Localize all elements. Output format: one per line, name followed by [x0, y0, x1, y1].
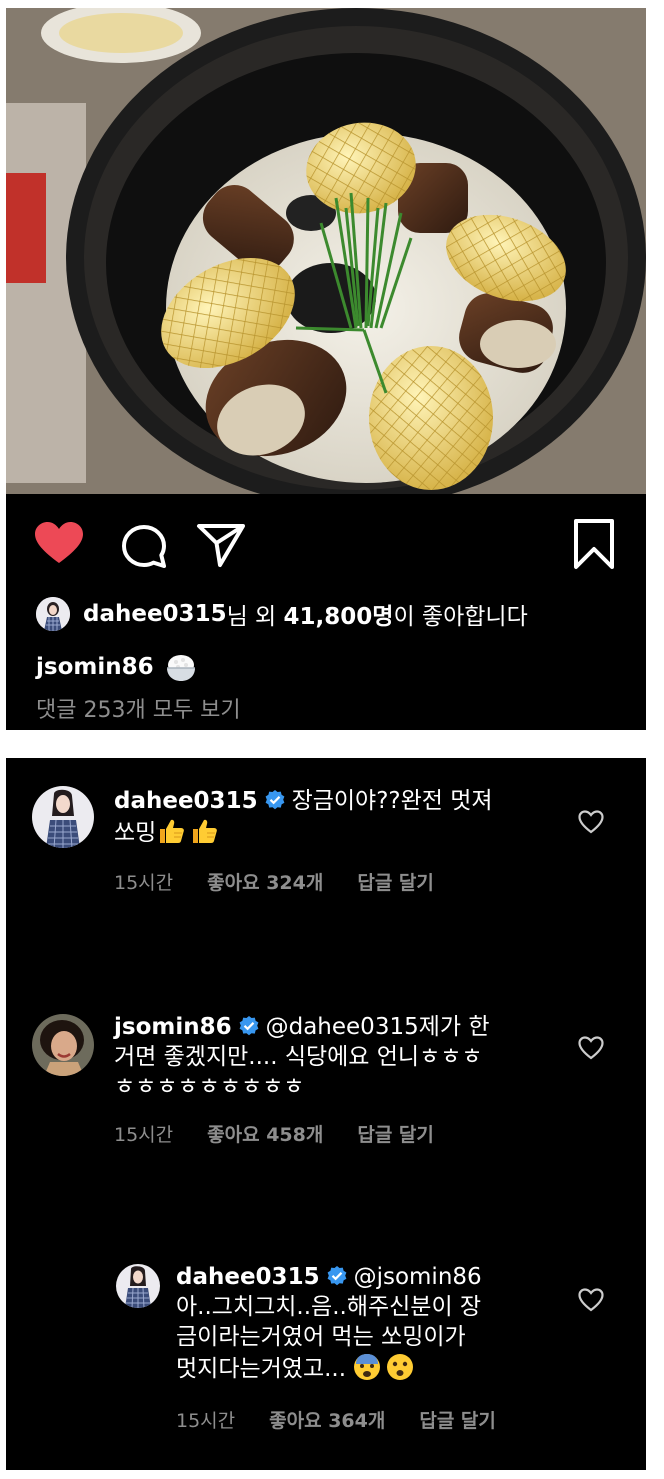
liker-avatar[interactable] [36, 597, 70, 631]
comment-text-line: 쏘밍 [114, 820, 157, 846]
comment-likes[interactable]: 좋아요 324개 [207, 868, 323, 895]
comment-username[interactable]: dahee0315 [114, 788, 258, 814]
likes-count[interactable]: 41,800명 [284, 597, 394, 631]
post-caption: jsomin86 [36, 650, 198, 684]
comment-avatar[interactable] [32, 1014, 94, 1076]
thumbs-up-emoji [160, 819, 185, 843]
comment-time: 15시간 [114, 1124, 174, 1146]
verified-badge-icon [327, 1266, 346, 1286]
fearful-face-emoji [354, 1354, 381, 1380]
comment-time: 15시간 [176, 1410, 236, 1432]
liker-username[interactable]: dahee0315 [83, 601, 227, 627]
reply-button[interactable]: 답글 달기 [419, 1406, 496, 1433]
verified-badge-icon [265, 790, 284, 810]
share-icon[interactable] [196, 522, 246, 568]
comment-reply-item: dahee0315 @jsomin86 아..그치그치..음..해주신분이 장 금… [6, 1248, 646, 1468]
comment-item: dahee0315 장금이야??완전 멋져 쏘밍 15시간 좋아요 324개 답글… [6, 758, 646, 928]
comment-like-heart-icon[interactable] [578, 1036, 604, 1060]
view-all-comments-link[interactable]: 댓글 253개 모두 보기 [36, 692, 241, 724]
comment-avatar[interactable] [32, 786, 94, 848]
likes-suffix-text: 이 좋아합니다 [393, 604, 528, 630]
comment-text-line: 아..그치그치..음..해주신분이 장 [176, 1294, 482, 1320]
reply-button[interactable]: 답글 달기 [357, 868, 434, 895]
thumbs-up-emoji [193, 819, 218, 843]
comment-text-line: @dahee0315제가 한 [265, 1014, 490, 1040]
comment-username[interactable]: dahee0315 [176, 1264, 320, 1290]
post-panel: dahee0315 님 외 41,800명 이 좋아합니다 jsomin86 댓… [6, 8, 646, 730]
verified-badge-icon [239, 1016, 259, 1036]
likes-mid-text: 님 외 [226, 604, 284, 630]
comment-time: 15시간 [114, 872, 174, 894]
comment-text-line: ㅎㅎㅎㅎㅎㅎㅎㅎㅎ [114, 1074, 305, 1100]
comment-likes[interactable]: 좋아요 458개 [207, 1120, 323, 1147]
post-photo[interactable] [6, 8, 646, 494]
bookmark-icon[interactable] [572, 518, 616, 570]
comment-text-line: 장금이야??완전 멋져 [291, 788, 493, 814]
comment-item: jsomin86 @dahee0315제가 한 거면 좋겠지만.... 식당에요 … [6, 988, 646, 1168]
comment-likes[interactable]: 좋아요 364개 [269, 1406, 385, 1433]
comment-text-line: 금이라는거였어 먹는 쏘밍이가 [176, 1324, 466, 1350]
comment-text-line: 거면 좋겠지만.... 식당에요 언니ㅎㅎㅎ [114, 1044, 483, 1070]
comment-username[interactable]: jsomin86 [114, 1014, 232, 1040]
comment-like-heart-icon[interactable] [578, 810, 604, 834]
comment-like-heart-icon[interactable] [578, 1288, 604, 1312]
comment-text-line: 멋지다는거였고... [176, 1356, 347, 1382]
comment-avatar[interactable] [116, 1264, 160, 1308]
comments-panel: dahee0315 장금이야??완전 멋져 쏘밍 15시간 좋아요 324개 답글… [6, 758, 646, 1470]
likes-summary[interactable]: dahee0315 님 외 41,800명 이 좋아합니다 [36, 596, 528, 632]
comment-icon[interactable] [120, 524, 168, 570]
reply-button[interactable]: 답글 달기 [357, 1120, 434, 1147]
caption-username[interactable]: jsomin86 [36, 654, 154, 680]
frowning-face-emoji [387, 1354, 414, 1380]
heart-icon[interactable] [34, 521, 84, 565]
rice-bowl-icon [166, 655, 195, 681]
comment-text-line[interactable]: @jsomin86 [354, 1264, 482, 1290]
